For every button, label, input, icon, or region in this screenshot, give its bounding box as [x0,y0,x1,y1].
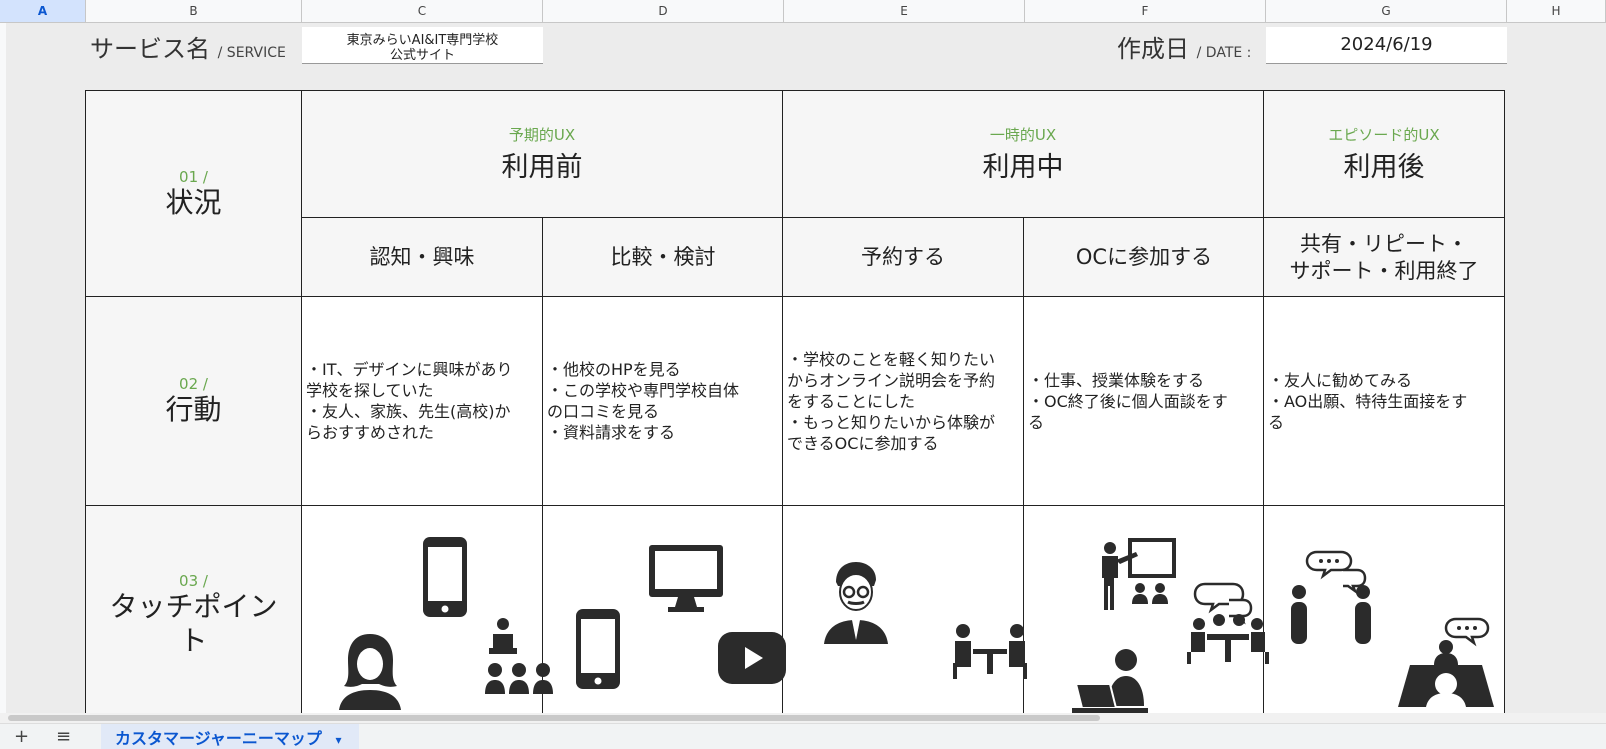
smartphone-icon[interactable] [575,608,621,690]
action-line: ・もっと知りたいから体験が [787,412,996,432]
column-header-row: A B C D E F G H [0,0,1606,23]
action-line: ・学校のことを軽く知りたい [787,349,996,369]
stage-reserve-cell[interactable]: 予約する [782,217,1024,298]
monitor-icon[interactable] [648,544,724,614]
action-line: る [1268,412,1285,432]
action-line: 学校を探していた [306,381,434,400]
all-sheets-menu-button[interactable]: ≡ [56,726,71,747]
smartphone-icon[interactable] [422,536,468,618]
touchpoint-title-line1: タッチポイン [109,590,278,623]
touchpoint-cell-reserve[interactable] [782,505,1024,713]
service-value-line1: 東京みらいAI&IT専門学校 [346,33,499,48]
action-line: ・友人に勧めてみる [1268,370,1413,390]
action-line: る [1028,412,1045,432]
column-header-g[interactable]: G [1266,0,1507,22]
action-cell-reserve[interactable]: ・学校のことを軽く知りたい からオンライン説明会を予約 をすることにした ・もっ… [782,296,1024,506]
action-cell-awareness[interactable]: ・IT、デザインに興味があり 学校を探していた ・友人、家族、先生(高校)か ら… [301,296,543,506]
add-sheet-button[interactable]: + [14,726,29,747]
touchpoint-number: 03 / [179,572,208,590]
action-number: 02 / [179,375,208,393]
column-header-e[interactable]: E [784,0,1025,22]
situation-title: 状況 [165,185,222,219]
action-line: の口コミを見る [547,402,660,421]
seminar-icon[interactable] [483,618,559,696]
column-header-h[interactable]: H [1507,0,1606,22]
service-sub-label: / SERVICE [217,45,286,61]
situation-row-header[interactable]: 01 / 状況 [85,90,302,297]
stage-share-line1: 共有・リピート・ [1300,231,1468,256]
man-glasses-icon[interactable] [822,560,890,644]
phase-before-cell[interactable]: 予期的UX 利用前 [301,90,783,218]
touchpoint-row-header[interactable]: 03 / タッチポイン ト [85,505,302,713]
youtube-icon[interactable] [718,632,786,684]
phase-during-name: 利用中 [982,152,1064,183]
date-sub-label: / DATE : [1196,45,1252,61]
phase-before-ux: 予期的UX [508,126,576,144]
stage-oc-cell[interactable]: OCに参加する [1023,217,1265,298]
sheet-tab-bar: + ≡ カスタマージャーニーマップ ▾ [0,723,1606,749]
phase-after-name: 利用後 [1343,152,1425,183]
action-cell-compare[interactable]: ・他校のHPを見る ・この学校や専門学校自体 の口コミを見る ・資料請求をする [542,296,784,506]
consultation-icon[interactable] [1396,617,1496,707]
phase-before-name: 利用前 [501,152,583,183]
chevron-down-icon[interactable]: ▾ [335,733,341,747]
action-line: ・AO出願、特待生面接をす [1268,391,1468,411]
action-line: ・IT、デザインに興味があり [306,360,513,379]
stage-compare-cell[interactable]: 比較・検討 [542,217,784,298]
date-label: 作成日 / DATE : [1117,35,1252,63]
phase-after-ux: エピソード的UX [1328,126,1440,144]
action-cell-share[interactable]: ・友人に勧めてみる ・AO出願、特待生面接をす る [1263,296,1505,506]
action-line: らおすすめされた [306,423,435,442]
action-line: ・この学校や専門学校自体 [547,381,740,400]
touchpoint-title-line2: ト [179,624,208,657]
chatting-people-icon[interactable] [1287,548,1383,644]
situation-number: 01 / [179,167,208,186]
service-value-line2: 公式サイト [389,48,455,63]
action-line: ・OC終了後に個人面談をす [1028,391,1228,411]
column-header-d[interactable]: D [543,0,784,22]
column-header-c[interactable]: C [302,0,543,22]
action-line: ・友人、家族、先生(高校)か [306,402,511,421]
spreadsheet-canvas[interactable]: サービス名 / SERVICE 東京みらいAI&IT専門学校 公式サイト 作成日… [6,23,1606,713]
woman-icon[interactable] [335,630,405,710]
phase-during-cell[interactable]: 一時的UX 利用中 [782,90,1264,218]
action-line: をすることにした [787,391,916,411]
presenter-icon[interactable] [1098,538,1176,614]
action-title: 行動 [165,393,222,426]
date-value-cell[interactable]: 2024/6/19 [1266,27,1507,64]
column-header-f[interactable]: F [1025,0,1266,22]
group-talk-icon[interactable] [1185,580,1271,664]
action-row-header[interactable]: 02 / 行動 [85,296,302,506]
stage-awareness-cell[interactable]: 認知・興味 [301,217,543,298]
service-label: サービス名 / SERVICE [90,35,286,63]
action-line: からオンライン説明会を予約 [787,370,996,390]
sheet-tab-label: カスタマージャーニーマップ [115,729,322,748]
action-line: できるOCに参加する [787,433,939,453]
meeting-table-icon[interactable] [951,623,1029,681]
stage-share-line2: サポート・利用終了 [1289,258,1479,283]
horizontal-scrollbar[interactable] [0,713,1606,723]
service-value-cell[interactable]: 東京みらいAI&IT専門学校 公式サイト [302,27,543,64]
action-line: ・仕事、授業体験をする [1028,370,1205,390]
action-line: ・他校のHPを見る [547,360,681,379]
action-line: ・資料請求をする [547,423,676,442]
column-header-a[interactable]: A [0,0,86,22]
phase-after-cell[interactable]: エピソード的UX 利用後 [1263,90,1505,218]
action-cell-oc[interactable]: ・仕事、授業体験をする ・OC終了後に個人面談をす る [1023,296,1265,506]
column-header-b[interactable]: B [86,0,302,22]
phase-during-ux: 一時的UX [989,126,1057,144]
scrollbar-thumb[interactable] [8,715,1100,721]
stage-share-cell[interactable]: 共有・リピート・ サポート・利用終了 [1263,217,1505,298]
laptop-user-icon[interactable] [1072,648,1148,713]
sheet-tab-customer-journey[interactable]: カスタマージャーニーマップ ▾ [101,724,359,749]
